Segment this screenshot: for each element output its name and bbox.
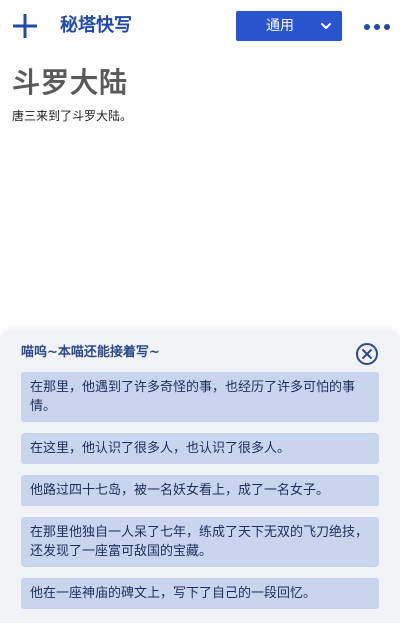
- suggestion-item[interactable]: 他在一座神庙的碑文上，写下了自己的一段回忆。: [21, 578, 379, 609]
- new-document-button[interactable]: [10, 11, 40, 41]
- top-bar: 秘塔快写 通用: [0, 0, 400, 52]
- suggestion-item[interactable]: 在这里，他认识了很多人，也认识了很多人。: [21, 433, 379, 464]
- more-menu-button[interactable]: [362, 16, 392, 36]
- plus-icon: [13, 14, 37, 38]
- continuation-panel: 喵呜~本喵还能接着写~ 在那里，他遇到了许多奇怪的事，也经历了许多可怕的事情。 …: [0, 330, 400, 623]
- more-dots-icon: [364, 24, 390, 30]
- close-circle-icon: [356, 343, 378, 365]
- document-title[interactable]: 斗罗大陆: [12, 64, 128, 102]
- panel-header: 喵呜~本喵还能接着写~: [21, 345, 160, 360]
- mode-select-label: 通用: [266, 18, 294, 34]
- mode-select[interactable]: 通用: [236, 11, 342, 41]
- suggestion-item[interactable]: 在那里，他遇到了许多奇怪的事，也经历了许多可怕的事情。: [21, 372, 379, 422]
- app-title: 秘塔快写: [60, 15, 132, 36]
- chevron-down-icon: [320, 20, 332, 32]
- document-body[interactable]: 唐三来到了斗罗大陆。: [12, 107, 132, 125]
- suggestion-list: 在那里，他遇到了许多奇怪的事，也经历了许多可怕的事情。 在这里，他认识了很多人，…: [21, 372, 379, 620]
- suggestion-item[interactable]: 他路过四十七岛，被一名妖女看上，成了一名女子。: [21, 475, 379, 506]
- suggestion-item[interactable]: 在那里他独自一人呆了七年，练成了天下无双的飞刀绝技，还发现了一座富可敌国的宝藏。: [21, 517, 379, 567]
- close-panel-button[interactable]: [355, 342, 379, 366]
